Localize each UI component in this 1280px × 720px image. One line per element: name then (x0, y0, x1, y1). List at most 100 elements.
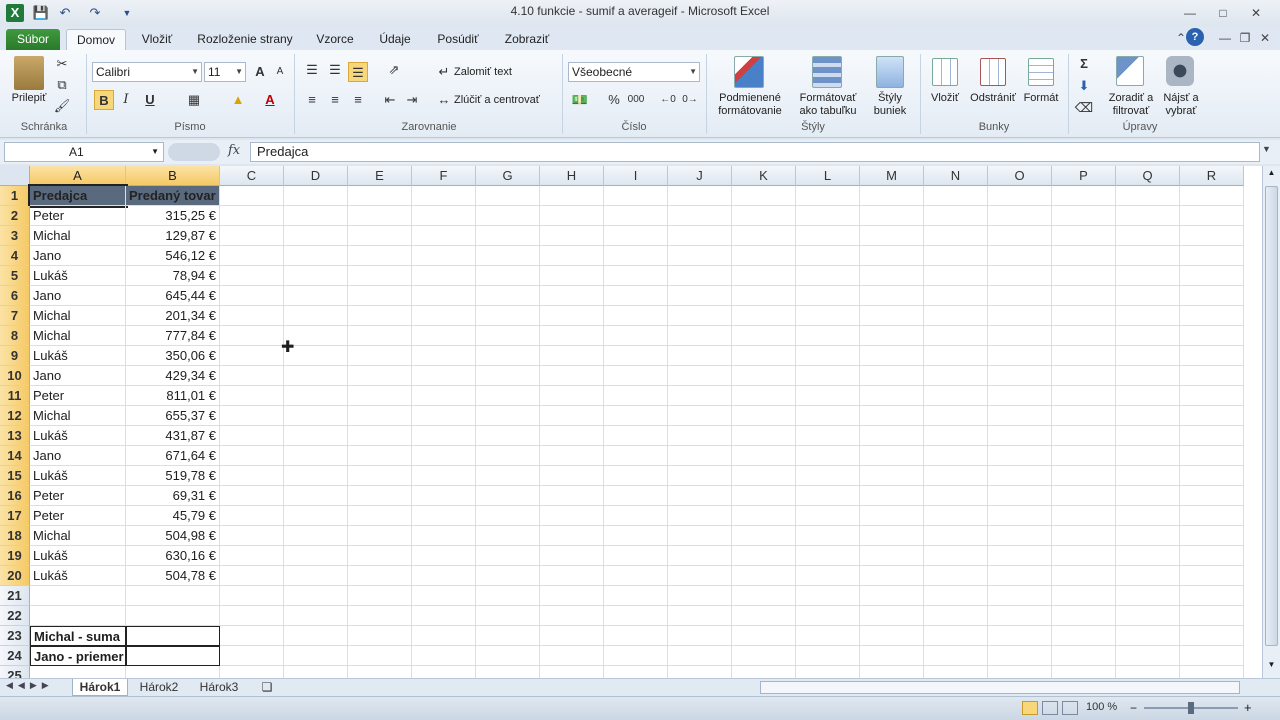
column-header[interactable]: R (1180, 166, 1244, 186)
cell[interactable] (668, 366, 732, 386)
cell[interactable] (476, 506, 540, 526)
cell[interactable] (924, 206, 988, 226)
cell[interactable] (1116, 646, 1180, 666)
cell[interactable] (476, 626, 540, 646)
cell[interactable] (604, 466, 668, 486)
cell[interactable] (412, 486, 476, 506)
summary-value-cell[interactable] (126, 626, 220, 646)
seller-cell[interactable]: Michal (30, 226, 126, 246)
cell[interactable] (1116, 446, 1180, 466)
cell[interactable] (796, 286, 860, 306)
amount-cell[interactable]: 45,79 € (126, 506, 220, 526)
row-header[interactable]: 13 (0, 426, 30, 446)
cell[interactable] (540, 426, 604, 446)
row-header[interactable]: 8 (0, 326, 30, 346)
cell[interactable] (732, 246, 796, 266)
cell[interactable] (604, 566, 668, 586)
cell[interactable] (540, 246, 604, 266)
cell[interactable] (220, 606, 284, 626)
italic-button[interactable]: I (116, 90, 136, 110)
conditional-formatting-icon[interactable] (734, 56, 764, 88)
column-header[interactable]: I (604, 166, 668, 186)
cell[interactable] (284, 246, 348, 266)
cell[interactable] (476, 606, 540, 626)
row-header[interactable]: 5 (0, 266, 30, 286)
cell[interactable] (1116, 506, 1180, 526)
cell[interactable] (668, 346, 732, 366)
cell[interactable] (1180, 486, 1244, 506)
cell[interactable] (220, 326, 284, 346)
cell[interactable] (220, 386, 284, 406)
cell[interactable] (284, 426, 348, 446)
cell[interactable] (220, 366, 284, 386)
cell[interactable] (796, 646, 860, 666)
amount-cell[interactable]: 519,78 € (126, 466, 220, 486)
cell[interactable] (412, 306, 476, 326)
cell[interactable] (988, 466, 1052, 486)
cell[interactable] (1116, 326, 1180, 346)
cell[interactable] (220, 346, 284, 366)
cell[interactable] (988, 606, 1052, 626)
cell[interactable] (412, 466, 476, 486)
column-header[interactable]: F (412, 166, 476, 186)
cell[interactable] (924, 486, 988, 506)
shrink-font-button[interactable]: A (270, 62, 290, 82)
cell[interactable] (284, 266, 348, 286)
clear-icon[interactable]: ⌫ (1074, 98, 1094, 118)
cell[interactable] (220, 406, 284, 426)
cell[interactable] (732, 426, 796, 446)
cell[interactable] (988, 506, 1052, 526)
cell[interactable] (860, 186, 924, 206)
orientation-icon[interactable]: ⇗ (384, 60, 404, 80)
cell[interactable] (924, 626, 988, 646)
cell[interactable] (1180, 346, 1244, 366)
cell[interactable] (1116, 566, 1180, 586)
column-header[interactable]: P (1052, 166, 1116, 186)
cell[interactable] (988, 346, 1052, 366)
amount-cell[interactable]: 811,01 € (126, 386, 220, 406)
cell[interactable] (860, 566, 924, 586)
cell[interactable] (1116, 666, 1180, 678)
cell[interactable] (284, 366, 348, 386)
cell[interactable] (1116, 546, 1180, 566)
cell[interactable] (924, 506, 988, 526)
minimize-button[interactable]: — (1175, 3, 1205, 23)
decrease-decimal-icon[interactable]: 0→ (680, 90, 700, 110)
cell[interactable] (668, 186, 732, 206)
cell[interactable] (412, 406, 476, 426)
cell[interactable] (348, 226, 412, 246)
cell[interactable] (924, 366, 988, 386)
vertical-scrollbar[interactable]: ▲ ▼ (1262, 166, 1280, 678)
summary-label-cell[interactable]: Jano - priemer (30, 646, 126, 666)
cell[interactable] (668, 226, 732, 246)
cell[interactable] (540, 326, 604, 346)
amount-cell[interactable]: 350,06 € (126, 346, 220, 366)
cell[interactable] (924, 226, 988, 246)
scroll-up-icon[interactable]: ▲ (1265, 168, 1278, 182)
cell[interactable] (860, 366, 924, 386)
cell[interactable] (1052, 306, 1116, 326)
cell[interactable] (412, 286, 476, 306)
cell[interactable] (796, 186, 860, 206)
cell[interactable] (476, 426, 540, 446)
cell[interactable] (1116, 386, 1180, 406)
cell[interactable] (220, 486, 284, 506)
row-header[interactable]: 16 (0, 486, 30, 506)
header-cell[interactable]: Predaný tovar (126, 186, 220, 206)
font-color-button[interactable]: A (260, 90, 280, 110)
seller-cell[interactable]: Michal (30, 406, 126, 426)
cell[interactable] (732, 646, 796, 666)
cell[interactable] (924, 546, 988, 566)
cell[interactable] (1116, 246, 1180, 266)
cell[interactable] (1116, 206, 1180, 226)
cell[interactable] (476, 346, 540, 366)
cell[interactable] (1052, 546, 1116, 566)
cell[interactable] (796, 486, 860, 506)
cut-icon[interactable]: ✂ (52, 54, 72, 74)
cell[interactable] (924, 446, 988, 466)
cell[interactable] (668, 326, 732, 346)
insert-sheet-icon[interactable]: ❏ (254, 679, 280, 696)
cell[interactable] (412, 206, 476, 226)
cell[interactable] (668, 626, 732, 646)
cell[interactable] (1180, 406, 1244, 426)
